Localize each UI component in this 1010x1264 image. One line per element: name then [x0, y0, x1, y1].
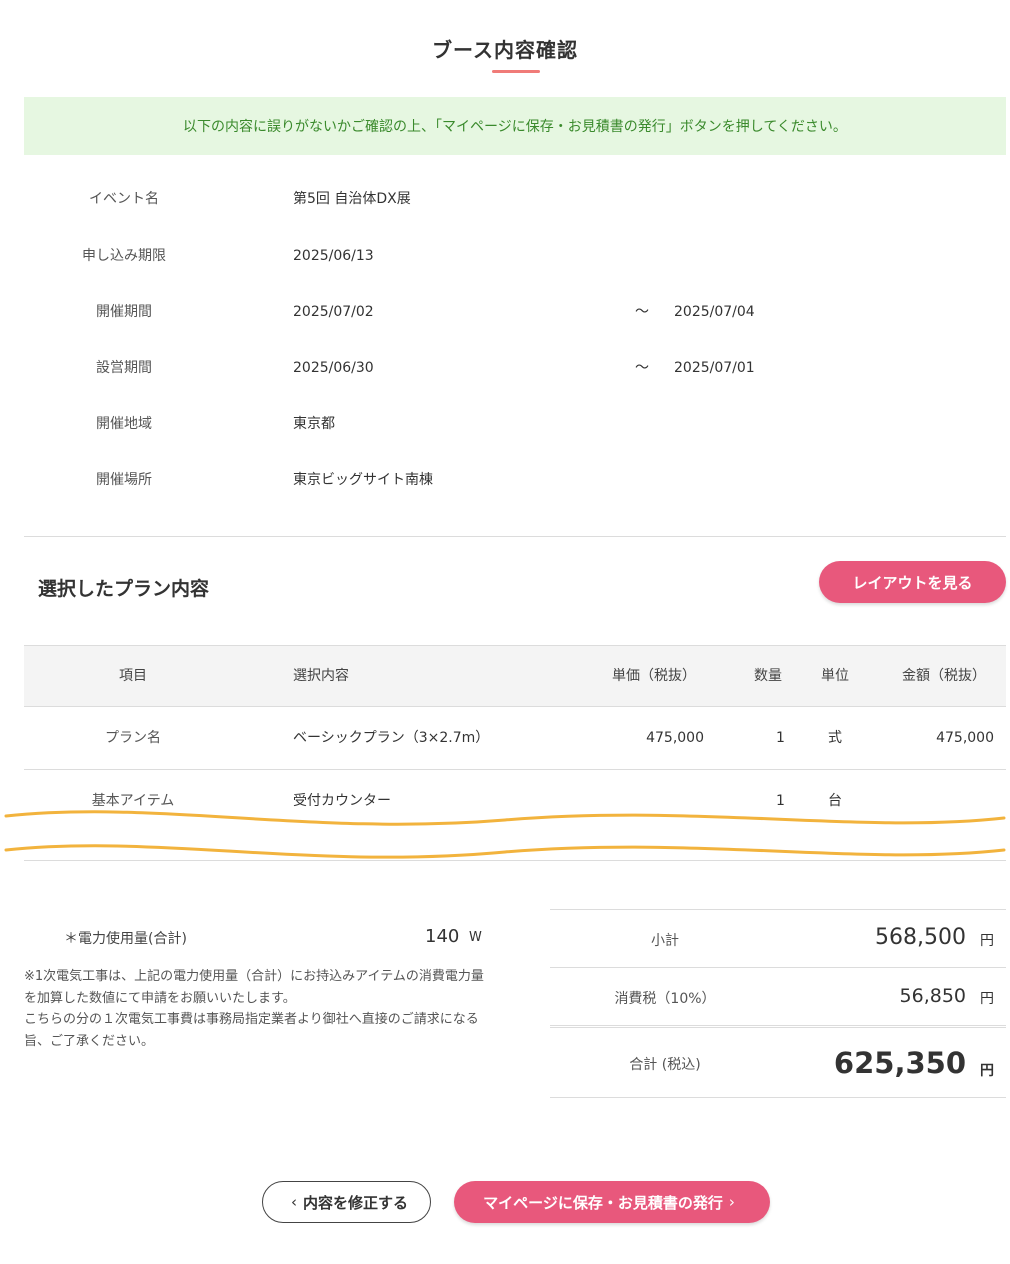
view-layout-button[interactable]: レイアウトを見る: [819, 561, 1006, 603]
power-usage-unit: W: [469, 930, 482, 945]
omitted-content-wave: [0, 810, 1010, 859]
info-value-end: 2025/07/01: [674, 360, 755, 376]
subtotal-label: 小計: [651, 933, 679, 949]
info-value: 東京都: [293, 416, 335, 432]
total-value: 625,350: [833, 1046, 966, 1080]
info-label: 開催場所: [96, 472, 152, 488]
column-header-unit-price: 単価（税抜）: [612, 668, 696, 684]
edit-content-button[interactable]: ‹ 内容を修正する: [262, 1181, 431, 1223]
info-label: 設営期間: [96, 360, 152, 376]
table-bottom-divider: [24, 860, 1006, 861]
edit-button-label: 内容を修正する: [302, 1193, 408, 1212]
table-row: プラン名 ベーシックプラン（3×2.7m） 475,000 1 式 475,00…: [24, 707, 1006, 770]
cell-quantity: 1: [776, 730, 785, 746]
chevron-right-icon: ›: [728, 1193, 735, 1211]
subtotal-row: 小計 568,500 円: [550, 909, 1006, 967]
info-label: 申し込み期限: [82, 248, 166, 264]
column-header-unit: 単位: [821, 668, 849, 684]
plan-heading: 選択したプラン内容: [38, 578, 210, 600]
column-header-quantity: 数量: [754, 668, 782, 684]
info-label: 開催地域: [96, 416, 152, 432]
info-label: 開催期間: [96, 304, 152, 320]
chevron-left-icon: ‹: [290, 1193, 297, 1211]
range-separator: 〜: [635, 304, 649, 320]
cell-item: プラン名: [105, 730, 161, 746]
save-button-label: マイページに保存・お見積書の発行: [483, 1193, 723, 1212]
info-value: 第5回 自治体DX展: [293, 191, 411, 207]
plan-table-header: 項目 選択内容 単価（税抜） 数量 単位 金額（税抜）: [24, 645, 1006, 707]
total-label: 合計 (税込): [629, 1057, 701, 1073]
currency-unit: 円: [980, 1063, 994, 1079]
tax-value: 56,850: [899, 985, 966, 1007]
column-header-item: 項目: [119, 668, 147, 684]
column-header-selection: 選択内容: [293, 668, 349, 684]
cell-selection: ベーシックプラン（3×2.7m）: [293, 730, 490, 746]
total-row: 合計 (税込) 625,350 円: [550, 1025, 1006, 1098]
info-row-deadline: 申し込み期限 2025/06/13: [0, 241, 1010, 271]
notice-banner: 以下の内容に誤りがないかご確認の上、「マイページに保存・お見積書の発行」ボタンを…: [24, 97, 1006, 155]
info-row-event-name: イベント名 第5回 自治体DX展: [0, 184, 1010, 214]
subtotal-value: 568,500: [875, 925, 966, 950]
info-value-end: 2025/07/04: [674, 304, 755, 320]
range-separator: 〜: [635, 360, 649, 376]
info-row-region: 開催地域 東京都: [0, 409, 1010, 439]
info-row-setup-period: 設営期間 2025/06/30 〜 2025/07/01: [0, 353, 1010, 383]
info-row-venue: 開催場所 東京ビッグサイト南棟: [0, 465, 1010, 495]
info-value-start: 2025/06/30: [293, 360, 374, 376]
info-label: イベント名: [89, 191, 159, 207]
info-value: 2025/06/13: [293, 248, 374, 264]
cell-unit: 式: [828, 730, 842, 746]
info-value-start: 2025/07/02: [293, 304, 374, 320]
section-divider: [24, 536, 1006, 537]
power-usage-value: 140: [425, 926, 460, 947]
info-row-event-period: 開催期間 2025/07/02 〜 2025/07/04: [0, 297, 1010, 327]
currency-unit: 円: [980, 933, 994, 949]
power-note: ※1次電気工事は、上記の電力使用量（合計）にお持込みアイテムの消費電力量を加算し…: [24, 969, 484, 1049]
notice-text: 以下の内容に誤りがないかご確認の上、「マイページに保存・お見積書の発行」ボタンを…: [183, 119, 847, 135]
cell-amount: 475,000: [936, 730, 994, 746]
tax-label: 消費税（10%）: [614, 991, 716, 1007]
power-usage-label: ＊電力使用量(合計): [64, 931, 187, 947]
page-title: ブース内容確認: [432, 38, 578, 62]
info-value: 東京ビッグサイト南棟: [293, 472, 433, 488]
cell-unit-price: 475,000: [646, 730, 704, 746]
title-underline: [492, 70, 540, 73]
save-and-issue-quote-button[interactable]: マイページに保存・お見積書の発行 ›: [454, 1181, 770, 1223]
currency-unit: 円: [980, 991, 994, 1007]
column-header-amount: 金額（税抜）: [902, 668, 986, 684]
tax-row: 消費税（10%） 56,850 円: [550, 967, 1006, 1025]
